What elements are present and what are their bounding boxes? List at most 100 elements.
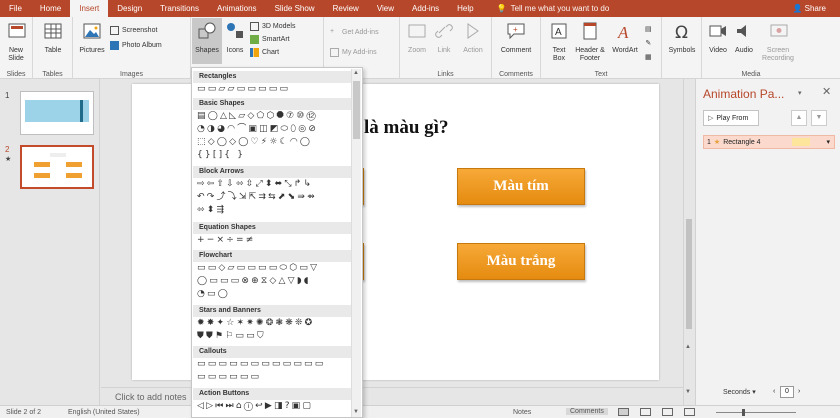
- photo-album-label: Photo Album: [122, 42, 162, 49]
- tab-animations[interactable]: Animations: [208, 0, 266, 17]
- chart-button[interactable]: Chart: [250, 48, 279, 57]
- tab-design[interactable]: Design: [108, 0, 151, 17]
- shape-row[interactable]: ▭▭◇▱▭▭▭▭⬭⬡▭▽: [197, 263, 319, 274]
- tell-me-box[interactable]: 💡 Tell me what you want to do: [497, 4, 610, 13]
- object-icon[interactable]: ▦: [645, 53, 652, 61]
- seconds-dropdown[interactable]: Seconds ▾: [723, 388, 756, 396]
- shapes-gallery-scrollbar[interactable]: ▲ ▼: [351, 69, 361, 417]
- tab-insert[interactable]: Insert: [70, 0, 109, 17]
- smartart-icon: [250, 35, 259, 44]
- scroll-thumb[interactable]: [686, 219, 692, 329]
- animation-item[interactable]: 1 ★ Rectangle 4 ▾: [703, 135, 835, 149]
- screen-recording-button[interactable]: Screen Recording: [760, 20, 798, 63]
- share-button[interactable]: 👤 Share: [792, 0, 826, 17]
- get-add-ins-button[interactable]: + Get Add-ins: [330, 28, 379, 37]
- wordart-button[interactable]: A WordArt: [608, 20, 642, 55]
- notes-pane[interactable]: Click to add notes: [101, 387, 683, 405]
- shape-row[interactable]: ◁▷⏮⏭⌂ⓘ↩▶◨?▣▢: [197, 401, 313, 412]
- question-text[interactable]: là màu gì?: [364, 117, 448, 139]
- section-header: Callouts: [193, 346, 351, 358]
- shape-row[interactable]: ◯▭▭▭⊗⊕⧖◇△▽◗◖: [197, 276, 311, 287]
- zoom-slider-thumb[interactable]: [742, 409, 745, 416]
- omega-icon: Ω: [675, 23, 688, 43]
- answer-button-purple[interactable]: Màu tím: [457, 168, 585, 205]
- zoom-button[interactable]: Zoom: [404, 20, 430, 55]
- photo-album-button[interactable]: Photo Album: [110, 41, 162, 50]
- symbols-button[interactable]: Ω Symbols: [664, 20, 700, 55]
- pictures-button[interactable]: Pictures: [77, 20, 107, 55]
- play-from-button[interactable]: ▷ Play From: [703, 110, 759, 126]
- text-box-button[interactable]: A Text Box: [545, 20, 573, 63]
- slide-thumbnail-2[interactable]: [20, 145, 94, 189]
- scroll-down-icon[interactable]: ▼: [353, 409, 359, 415]
- shape-row[interactable]: ⛊⛊⚑⚐▭▭⛉: [197, 331, 266, 342]
- shape-row[interactable]: {}[]{ }: [197, 150, 245, 161]
- sorter-view-icon[interactable]: [640, 408, 651, 416]
- scroll-thumb[interactable]: [353, 81, 360, 139]
- shape-row[interactable]: ✹✸✦☆✶✷✺❂❃❋❊✪: [197, 318, 314, 329]
- shape-row[interactable]: ⇨⇦⇧⇩⬄⇳⤢⬍⬌⤡↱↳: [197, 179, 313, 190]
- shape-row[interactable]: ↶↷⤴⤵⇲⇱⇉⇆⬈⬊⇛⇴: [197, 192, 317, 203]
- screenshot-button[interactable]: Screenshot: [110, 26, 157, 35]
- reading-view-icon[interactable]: [662, 408, 673, 416]
- tab-home[interactable]: Home: [31, 0, 70, 17]
- tab-slide-show[interactable]: Slide Show: [266, 0, 324, 17]
- shape-row[interactable]: ▭▭▭▭▭▭: [197, 372, 261, 383]
- shape-row[interactable]: ⬚◇◯◇◯♡⚡☼☾◠◯: [197, 137, 312, 148]
- tab-review[interactable]: Review: [324, 0, 368, 17]
- item-dropdown-icon[interactable]: ▾: [826, 138, 830, 146]
- tab-transitions[interactable]: Transitions: [151, 0, 208, 17]
- scroll-up-icon[interactable]: ▲: [685, 344, 691, 350]
- new-slide-button[interactable]: New Slide: [3, 20, 31, 63]
- shape-row[interactable]: ▭▭▱▱▭▭▭▭▭: [197, 84, 290, 95]
- tab-help[interactable]: Help: [448, 0, 482, 17]
- move-down-button[interactable]: ▼: [811, 110, 827, 126]
- table-label: Table: [44, 47, 62, 54]
- comment-button[interactable]: + Comment: [496, 20, 536, 55]
- page-box[interactable]: 0: [780, 386, 794, 398]
- shape-row[interactable]: ⬄⬍⇶: [197, 205, 226, 216]
- smartart-button[interactable]: SmartArt: [250, 35, 290, 44]
- link-button[interactable]: Link: [432, 20, 456, 55]
- 3d-models-label: 3D Models: [262, 23, 296, 30]
- table-button[interactable]: Table: [39, 20, 67, 55]
- slide-thumbnail-1[interactable]: [20, 91, 94, 135]
- signature-icon[interactable]: ✎: [645, 39, 651, 47]
- normal-view-icon[interactable]: [618, 408, 629, 416]
- scroll-up-icon[interactable]: ▲: [353, 70, 359, 76]
- shape-row[interactable]: ▭▭▭▭▭▭▭▭▭▭▭▭: [197, 359, 325, 370]
- notes-toggle[interactable]: Notes: [513, 409, 531, 416]
- zoom-slider[interactable]: [716, 412, 796, 413]
- scroll-down-icon[interactable]: ▼: [685, 389, 691, 395]
- action-button[interactable]: Action: [459, 20, 487, 55]
- shape-row[interactable]: ▤◯△◺▱◇⬠⬡⯃⑦⑩⑫: [197, 111, 318, 122]
- tab-view[interactable]: View: [368, 0, 403, 17]
- close-icon[interactable]: ✕: [822, 85, 831, 98]
- tab-file[interactable]: File: [0, 0, 31, 17]
- slideshow-icon[interactable]: [684, 408, 695, 416]
- page-right-icon[interactable]: ›: [798, 388, 800, 395]
- new-slide-icon: [8, 23, 26, 38]
- comments-toggle[interactable]: Comments: [566, 408, 608, 415]
- icons-button[interactable]: Icons: [224, 20, 246, 55]
- vertical-scrollbar[interactable]: ▲ ▼: [683, 79, 694, 405]
- shape-row[interactable]: ◔◑◕◠⌒▣◫◩⬭⬯◎⊘: [197, 124, 318, 135]
- my-add-ins-button[interactable]: My Add-ins: [330, 48, 377, 57]
- shapes-button[interactable]: Shapes: [192, 18, 222, 64]
- shape-row[interactable]: +−×÷=≠: [197, 235, 255, 246]
- page-left-icon[interactable]: ‹: [773, 388, 775, 395]
- group-symbols: Ω Symbols: [662, 17, 702, 79]
- video-button[interactable]: Video: [706, 20, 730, 55]
- ribbon-tab-bar: File Home Insert Design Transitions Anim…: [0, 0, 840, 17]
- table-icon: [44, 23, 62, 39]
- header-footer-button[interactable]: Header & Footer: [574, 20, 606, 63]
- 3d-models-button[interactable]: 3D Models: [250, 22, 295, 31]
- audio-button[interactable]: Audio: [732, 20, 756, 55]
- move-up-button[interactable]: ▲: [791, 110, 807, 126]
- equals-icon[interactable]: ▤: [645, 25, 652, 33]
- pane-options-icon[interactable]: ▾: [798, 89, 802, 97]
- language-indicator[interactable]: English (United States): [68, 409, 140, 416]
- tab-add-ins[interactable]: Add-ins: [403, 0, 448, 17]
- answer-button-white[interactable]: Màu trắng: [457, 243, 585, 280]
- shape-row[interactable]: ◔▭◯: [197, 289, 230, 300]
